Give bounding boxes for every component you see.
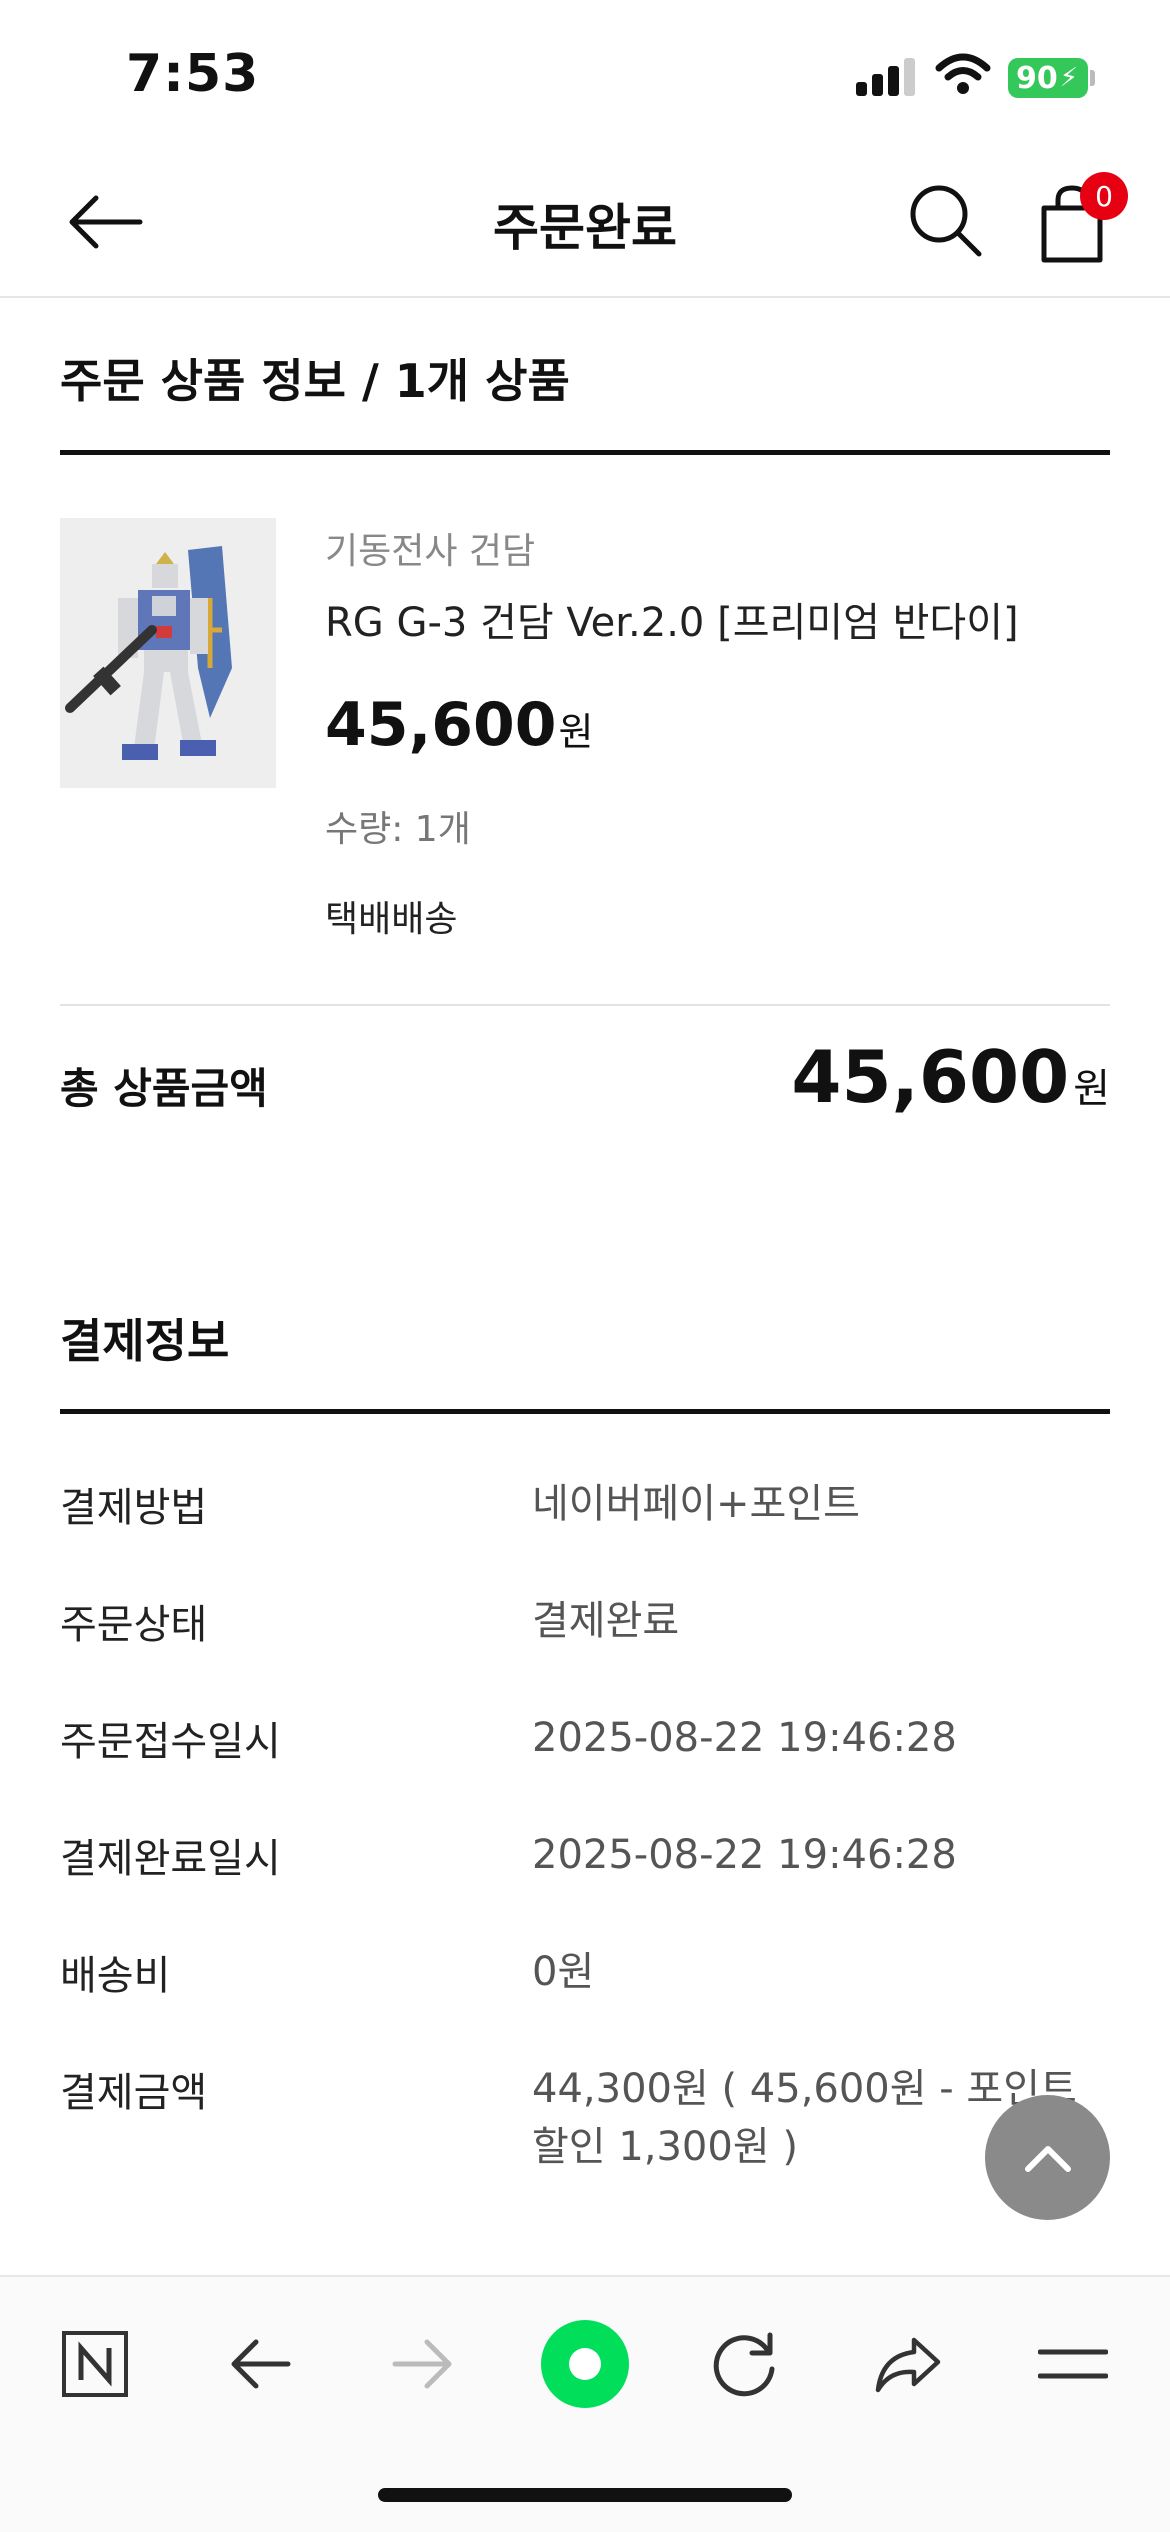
browser-back-button[interactable] xyxy=(215,2319,305,2409)
product-divider xyxy=(60,1004,1110,1006)
payment-section-title: 결제정보 xyxy=(60,1314,230,1368)
naver-home-button[interactable] xyxy=(50,2319,140,2409)
cart-count-badge: 0 xyxy=(1080,172,1128,220)
payment-row-label: 결제금액 xyxy=(60,2070,208,2116)
total-amount-label: 총 상품금액 xyxy=(60,1064,268,1113)
scroll-top-button[interactable] xyxy=(985,2095,1110,2220)
green-dot-icon xyxy=(541,2320,629,2408)
naver-icon xyxy=(62,2331,128,2397)
payment-row-value: 2025-08-22 19:46:28 xyxy=(532,1832,957,1878)
payment-row-label: 결제완료일시 xyxy=(60,1836,281,1882)
signal-icon xyxy=(856,56,916,96)
status-time: 7:53 xyxy=(126,44,260,104)
gundam-image xyxy=(60,518,276,788)
shipping-type: 택배배송 xyxy=(325,899,458,940)
payment-row-label: 결제방법 xyxy=(60,1485,208,1531)
payment-row-value: 2025-08-22 19:46:28 xyxy=(532,1715,957,1761)
payment-row-label: 배송비 xyxy=(60,1953,171,1999)
battery-level: 90 xyxy=(1016,60,1058,96)
section-divider xyxy=(60,1409,1110,1414)
search-button[interactable] xyxy=(905,180,985,260)
battery-icon: 90 ⚡ xyxy=(1008,58,1088,98)
product-quantity: 수량: 1개 xyxy=(325,809,471,850)
total-amount-unit: 원 xyxy=(1073,1066,1110,1112)
page-title: 주문완료 xyxy=(493,199,677,257)
share-icon xyxy=(875,2337,941,2393)
app-header: 주문완료 0 xyxy=(0,150,1170,298)
payment-row-label: 주문상태 xyxy=(60,1602,208,1648)
payment-row-value: 네이버페이+포인트 xyxy=(532,1481,860,1527)
forward-arrow-icon xyxy=(392,2339,452,2389)
product-image[interactable] xyxy=(60,518,276,788)
payment-row-value: 0원 xyxy=(532,1949,595,1995)
refresh-button[interactable] xyxy=(700,2319,790,2409)
product-price-value: 45,600 xyxy=(325,690,557,760)
status-bar: 7:53 90 ⚡ xyxy=(0,0,1170,150)
share-button[interactable] xyxy=(863,2319,953,2409)
browser-forward-button[interactable] xyxy=(378,2319,468,2409)
wifi-icon xyxy=(935,53,991,94)
section-divider xyxy=(60,450,1110,455)
payment-row-label: 주문접수일시 xyxy=(60,1719,281,1765)
product-brand: 기동전사 건담 xyxy=(325,531,536,572)
home-indicator xyxy=(378,2488,792,2502)
product-price-unit: 원 xyxy=(558,710,594,754)
product-price: 45,600원 xyxy=(325,690,594,760)
total-amount: 45,600 원 xyxy=(791,1035,1110,1119)
payment-row-value: 결제완료 xyxy=(532,1598,680,1644)
back-arrow-icon xyxy=(231,2339,291,2389)
order-section-title: 주문 상품 정보 / 1개 상품 xyxy=(60,354,570,408)
green-dot-button[interactable] xyxy=(540,2319,630,2409)
menu-button[interactable] xyxy=(1028,2319,1118,2409)
battery-tip xyxy=(1090,70,1095,86)
menu-icon xyxy=(1038,2349,1108,2379)
total-amount-value: 45,600 xyxy=(791,1035,1070,1119)
product-name[interactable]: RG G-3 건담 Ver.2.0 [프리미엄 반다이] xyxy=(325,590,1019,648)
search-icon xyxy=(910,185,982,257)
refresh-icon xyxy=(713,2332,775,2397)
chevron-up-icon xyxy=(1024,2145,1071,2172)
